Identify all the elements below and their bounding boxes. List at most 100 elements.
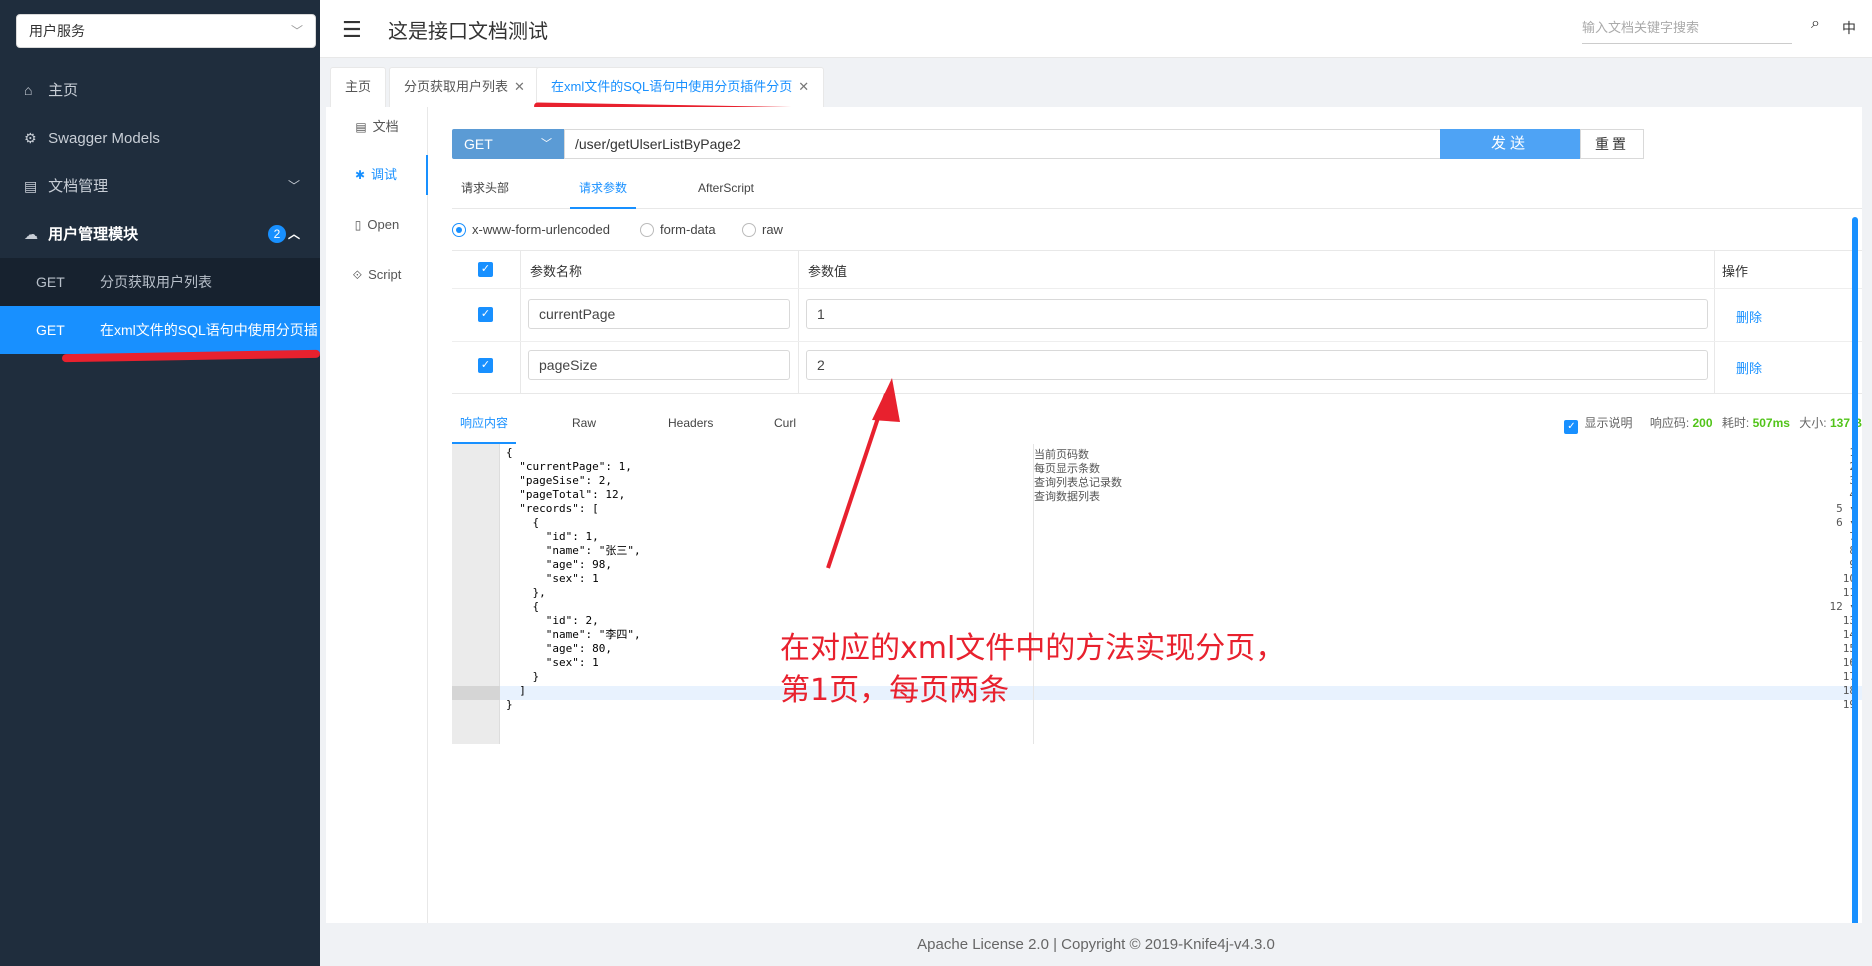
sidebar-api-item[interactable]: GET 分页获取用户列表 (0, 258, 320, 306)
code-line: ] (506, 684, 526, 697)
method-select[interactable]: GET ﹀ (452, 129, 564, 159)
param-name-input[interactable]: currentPage (528, 299, 790, 329)
annotation-line: 在对应的xml文件中的方法实现分页， (780, 631, 1286, 666)
line-number: 12 ▾ (1829, 600, 1857, 613)
tab-afterscript[interactable]: AfterScript (686, 167, 766, 209)
tab-request-headers[interactable]: 请求头部 (452, 167, 518, 209)
line-number: 17 (1842, 670, 1856, 683)
service-select-value: 用户服务 (29, 23, 85, 39)
api-method: GET (36, 322, 65, 338)
field-description: 当前页码数 (1034, 449, 1089, 461)
line-number: 18 (1842, 684, 1856, 697)
radio-unchecked-icon (742, 223, 756, 237)
code-line: { (506, 446, 513, 459)
param-value-input[interactable]: 1 (806, 299, 1708, 329)
url-input[interactable]: /user/getUlserListByPage2 (564, 129, 1442, 159)
code-line: "sex": 1 (506, 656, 599, 669)
sidebar-api-item-active[interactable]: GET 在xml文件的SQL语句中使用分页插 (0, 306, 320, 354)
header: ☰ 这是接口文档测试 输入文档关键字搜索 ⌕ 中 (320, 0, 1872, 58)
radio-urlencoded[interactable]: x-www-form-urlencoded (452, 220, 610, 240)
sidebar-item-label: 用户管理模块 (48, 226, 139, 243)
code-line: "currentPage": 1, (506, 460, 632, 473)
reset-button[interactable]: 重置 (1580, 129, 1644, 159)
main-content: ▤ 文档 ✱ 调试 ▯ Open ⟐ Script GET ﹀ /user/getUls… (326, 107, 1862, 966)
doc-left-nav: ▤ 文档 ✱ 调试 ▯ Open ⟐ Script (326, 107, 428, 923)
row-checkbox[interactable]: ✓ (478, 358, 493, 373)
nav-doc[interactable]: ▤ 文档 (326, 107, 428, 147)
gutter-highlight (452, 686, 500, 700)
tab-home[interactable]: 主页 (330, 67, 387, 107)
red-arrow-annotation (826, 378, 900, 569)
sidebar-item-label: Swagger Models (48, 130, 160, 147)
close-icon[interactable]: ✕ (798, 79, 809, 94)
tab-response-curl[interactable]: Curl (774, 402, 796, 444)
line-number: 14 (1842, 628, 1856, 641)
api-title: 在xml文件的SQL语句中使用分页插 (100, 322, 318, 338)
sidebar-item-label: 主页 (48, 82, 79, 99)
tab-user-list[interactable]: 分页获取用户列表 ✕ (389, 67, 540, 107)
service-select[interactable]: 用户服务 ﹀ (16, 14, 316, 48)
menu-fold-icon[interactable]: ☰ (342, 17, 362, 43)
annotation-line: 第1页，每页两条 (780, 673, 1010, 708)
col-divider (520, 251, 521, 288)
nav-label: Open (367, 217, 400, 232)
method-value: GET (464, 136, 493, 152)
radio-raw[interactable]: raw (742, 220, 783, 240)
col-divider (1714, 251, 1715, 288)
line-number: 7 (1816, 530, 1856, 544)
line-number: 15 (1842, 642, 1856, 655)
line-number: 2 (1816, 460, 1856, 474)
nav-debug[interactable]: ✱ 调试 (326, 155, 428, 195)
row-checkbox[interactable]: ✓ (478, 307, 493, 322)
response-meta: ✓ 显示说明 响应码: 200 耗时: 507ms 大小: 137 B (1564, 402, 1862, 444)
code-line: "records": [ (506, 502, 599, 515)
sidebar-item-home[interactable]: ⌂ 主页 (0, 66, 320, 114)
show-desc-checkbox[interactable]: ✓ (1564, 420, 1579, 434)
param-value-input[interactable]: 2 (806, 350, 1708, 380)
language-switch[interactable]: 中 (1842, 18, 1856, 38)
tab-request-params[interactable]: 请求参数 (570, 167, 636, 209)
sidebar-item-swagger-models[interactable]: ⚙ Swagger Models (0, 114, 320, 162)
tab-response-raw[interactable]: Raw (572, 402, 596, 444)
tab-bar: 主页 分页获取用户列表 ✕ 在xml文件的SQL语句中使用分页插件分页 ✕ (320, 59, 1872, 107)
doc-icon: ▤ (355, 120, 367, 134)
nav-script[interactable]: ⟐ Script (326, 255, 428, 295)
radio-checked-icon (452, 223, 466, 237)
nav-open[interactable]: ▯ Open (326, 205, 428, 245)
code-line: } (506, 670, 540, 683)
code-line: "id": 2, (506, 614, 599, 627)
select-all-checkbox[interactable]: ✓ (478, 262, 493, 277)
cloud-icon: ☁ (24, 226, 38, 242)
search-input[interactable]: 输入文档关键字搜索 (1582, 14, 1792, 44)
col-divider (1714, 289, 1715, 341)
radio-form-data[interactable]: form-data (640, 220, 716, 240)
vertical-scrollbar[interactable] (1852, 217, 1858, 966)
col-header-name: 参数名称 (530, 264, 583, 279)
field-description: 查询数据列表 (1034, 491, 1100, 503)
field-description: 每页显示条数 (1034, 463, 1100, 475)
chevron-down-icon: ﹀ (541, 138, 552, 150)
send-button[interactable]: 发送 (1440, 129, 1580, 159)
line-number: 13 (1842, 614, 1856, 627)
radio-unchecked-icon (640, 223, 654, 237)
sidebar-item-user-module[interactable]: ☁ 用户管理模块 2 ︿ (0, 210, 320, 258)
search-icon[interactable]: ⌕ (1811, 15, 1820, 33)
status-code: 200 (1692, 416, 1713, 430)
line-number: 5 ▾ (1836, 502, 1856, 515)
delete-link[interactable]: 删除 (1736, 358, 1762, 377)
close-icon[interactable]: ✕ (514, 79, 525, 94)
tab-response-headers[interactable]: Headers (668, 402, 713, 444)
code-line: "name": "李四", (506, 628, 641, 641)
annotation-text: 在对应的xml文件中的方法实现分页， 第1页，每页两条 (780, 628, 1285, 712)
delete-link[interactable]: 删除 (1736, 307, 1762, 326)
home-icon: ⌂ (24, 82, 33, 98)
param-name-input[interactable]: pageSize (528, 350, 790, 380)
sidebar-item-doc-management[interactable]: ▤ 文档管理 ﹀ (0, 162, 320, 210)
tab-xml-paging[interactable]: 在xml文件的SQL语句中使用分页插件分页 ✕ (536, 67, 825, 107)
code-line: { (506, 516, 540, 529)
line-number: 11 (1842, 586, 1856, 599)
col-divider (798, 251, 799, 288)
line-number: 9 (1816, 558, 1856, 572)
tab-response-body[interactable]: 响应内容 (452, 402, 516, 444)
table-row: ✓ currentPage 1 删除 (452, 289, 1862, 342)
